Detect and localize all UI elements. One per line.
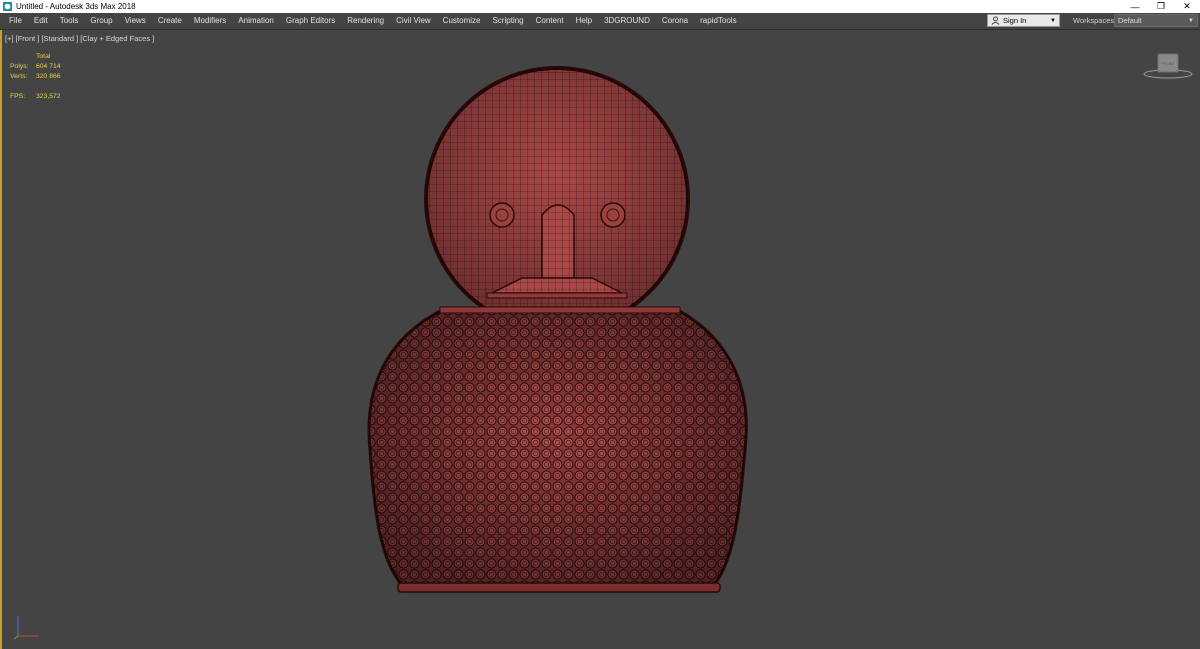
viewport-label[interactable]: [+] [Front ] [Standard ] [Clay + Edged F…	[5, 34, 154, 43]
workspaces-value: Default	[1118, 16, 1142, 25]
menu-item-corona[interactable]: Corona	[656, 13, 694, 29]
menu-item-file[interactable]: File	[3, 13, 28, 29]
menu-item-civil-view[interactable]: Civil View	[390, 13, 437, 29]
menu-item-group[interactable]: Group	[84, 13, 118, 29]
viewport-statistics: Total Polys: 604 714 Verts: 320 866 FPS: 32…	[10, 52, 61, 102]
menu-items: File Edit Tools Group Views Create Modifiers An…	[0, 13, 743, 29]
viewcube[interactable]: FRONT	[1142, 52, 1194, 80]
window-title: Untitled - Autodesk 3ds Max 2018	[16, 2, 136, 11]
3dsmax-icon	[3, 2, 12, 11]
menu-item-content[interactable]: Content	[530, 13, 570, 29]
menu-item-customize[interactable]: Customize	[437, 13, 487, 29]
fps-label: FPS:	[10, 93, 26, 100]
sign-in-dropdown[interactable]: Sign In ▼	[987, 14, 1060, 27]
model-body	[367, 306, 748, 593]
menu-item-rapidtools[interactable]: rapidTools	[694, 13, 742, 29]
verts-label: Verts:	[10, 73, 28, 80]
close-button[interactable]: ✕	[1174, 0, 1200, 13]
menu-item-scripting[interactable]: Scripting	[486, 13, 529, 29]
menu-item-rendering[interactable]: Rendering	[341, 13, 390, 29]
fps-value: 323,572	[36, 93, 61, 100]
stats-header: Total	[36, 53, 51, 60]
title-bar: Untitled - Autodesk 3ds Max 2018 — ❐ ✕	[0, 0, 1200, 13]
polys-label: Polys:	[10, 63, 29, 70]
minimize-button[interactable]: —	[1122, 0, 1148, 13]
menu-item-help[interactable]: Help	[570, 13, 598, 29]
verts-value: 320 866	[36, 73, 61, 80]
axis-tripod-icon	[13, 616, 38, 640]
workspaces-select[interactable]: Default ▼	[1114, 14, 1198, 27]
workspaces-label: Workspaces:	[1073, 16, 1117, 25]
menu-bar: File Edit Tools Group Views Create Modifiers An…	[0, 13, 1200, 30]
sign-in-label: Sign In	[1003, 16, 1027, 25]
viewcube-face-label: FRONT	[1161, 61, 1175, 66]
model-render[interactable]	[2, 30, 1200, 649]
restore-button[interactable]: ❐	[1148, 0, 1174, 13]
menu-item-create[interactable]: Create	[152, 13, 188, 29]
chevron-down-icon: ▼	[1050, 17, 1056, 24]
user-icon	[991, 16, 1000, 25]
front-viewport[interactable]: [+] [Front ] [Standard ] [Clay + Edged F…	[0, 30, 1200, 649]
menu-item-animation[interactable]: Animation	[232, 13, 280, 29]
menu-item-graph-editors[interactable]: Graph Editors	[280, 13, 341, 29]
menu-item-edit[interactable]: Edit	[28, 13, 54, 29]
polys-value: 604 714	[36, 63, 61, 70]
menu-item-modifiers[interactable]: Modifiers	[188, 13, 232, 29]
model-head	[424, 66, 690, 332]
menu-item-views[interactable]: Views	[119, 13, 152, 29]
menu-item-tools[interactable]: Tools	[54, 13, 85, 29]
menu-item-3dground[interactable]: 3DGROUND	[598, 13, 656, 29]
chevron-down-icon: ▼	[1188, 17, 1194, 24]
